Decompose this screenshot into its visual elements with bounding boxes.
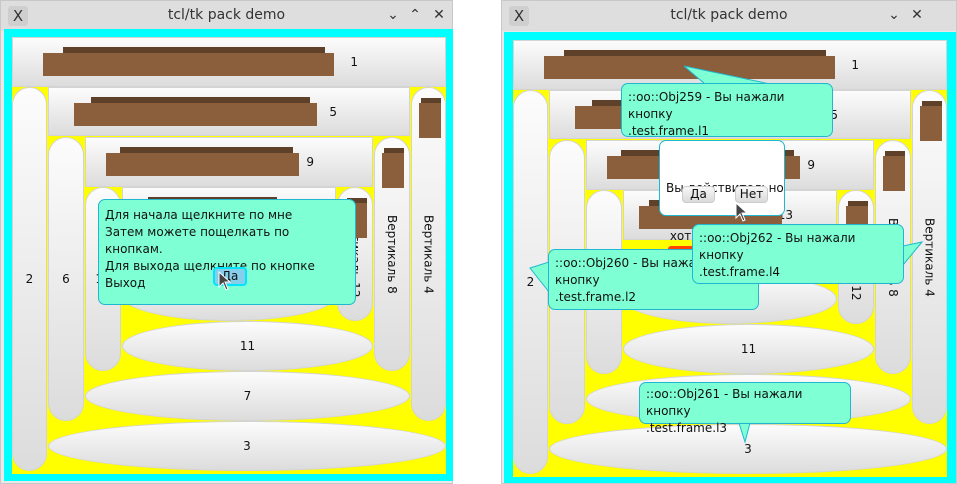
message-balloon[interactable]: ::oo::Obj261 - Вы нажали кнопку .test.fr…: [639, 382, 851, 435]
button-label: 6: [62, 272, 70, 286]
yes-button[interactable]: Да: [682, 186, 715, 203]
pack-button-l3[interactable]: 3: [48, 421, 446, 471]
button-label: Вертикаль 8: [385, 214, 399, 294]
tooltip-line: Затем можете пощелкать по кнопкам.: [105, 225, 290, 256]
balloon-line: .test.frame.l2: [555, 290, 637, 304]
button-label: 2: [25, 272, 34, 286]
message-balloon[interactable]: ::oo::Obj259 - Вы нажали кнопку .test.fr…: [621, 83, 833, 138]
balloon-line: ::oo::Obj262 - Вы нажали кнопку: [699, 231, 856, 262]
no-button[interactable]: Нет: [735, 186, 768, 203]
pack-button-l9[interactable]: 9: [85, 137, 373, 187]
title-bar[interactable]: X tcl/tk pack demo ⌄ ✕: [502, 1, 956, 31]
button-label: 2: [526, 275, 535, 289]
button-label: 3: [744, 442, 752, 456]
folder-image-icon: [382, 148, 404, 188]
button-label: 9: [807, 158, 815, 172]
button-label: 7: [243, 389, 252, 403]
pack-button-l8[interactable]: Вертикаль 8: [374, 137, 410, 371]
pack-button-l11[interactable]: 11: [623, 324, 874, 374]
button-label: 11: [740, 342, 757, 356]
button-label: Вертикаль 4: [421, 214, 436, 294]
balloon-line: .test.frame.l1: [628, 124, 710, 138]
pack-button-l11[interactable]: 11: [122, 321, 373, 371]
button-label: 3: [243, 439, 251, 453]
close-icon[interactable]: ✕: [908, 6, 926, 24]
balloon-line: ::oo::Obj261 - Вы нажали кнопку: [646, 387, 803, 418]
message-balloon[interactable]: ::oo::Obj262 - Вы нажали кнопку .test.fr…: [692, 224, 904, 284]
button-label: 1: [350, 55, 358, 69]
button-label: 9: [306, 155, 314, 169]
maximize-icon[interactable]: ⌃: [406, 6, 424, 24]
folder-image-icon: [920, 101, 942, 141]
pack-button-l4[interactable]: Вертикаль 4: [912, 90, 947, 424]
folder-image-icon: [883, 151, 905, 191]
minimize-icon[interactable]: ⌄: [384, 6, 402, 24]
minimize-icon[interactable]: ⌄: [885, 6, 903, 24]
balloon-line: ::oo::Obj259 - Вы нажали кнопку: [628, 90, 785, 121]
window-left: X tcl/tk pack demo ⌄ ⌃ ✕ 1 2 Вертикаль 4 3 5…: [0, 0, 453, 484]
button-label: 5: [329, 104, 337, 119]
mouse-cursor-icon: [735, 202, 749, 222]
pack-button-l1[interactable]: 1: [12, 37, 446, 87]
pack-button-l2[interactable]: 2: [513, 90, 548, 474]
folder-image-icon: [419, 98, 441, 138]
folder-image-icon: [43, 47, 334, 76]
folder-image-icon: [106, 147, 299, 176]
balloon-line: .test.frame.l4: [699, 265, 781, 279]
pack-button-l4[interactable]: Вертикаль 4: [411, 87, 446, 421]
balloon-line: .test.frame.l3: [646, 421, 728, 435]
tooltip-line: Для начала щелкните по мне: [105, 208, 293, 222]
button-label: 11: [239, 339, 256, 353]
title-bar[interactable]: X tcl/tk pack demo ⌄ ⌃ ✕: [1, 1, 452, 31]
folder-image-icon: [74, 97, 317, 126]
pack-button-l7[interactable]: 7: [85, 371, 410, 421]
pack-button-l6[interactable]: 6: [48, 137, 84, 421]
button-label: 1: [851, 58, 859, 72]
exit-confirm-dialog: Вы действительно хотите выйти? Да Нет: [659, 140, 785, 243]
pack-button-l2[interactable]: 2: [12, 87, 47, 471]
pack-button-l5[interactable]: 5: [48, 87, 410, 136]
folder-image-icon: [544, 50, 835, 79]
mouse-cursor-icon: [218, 271, 232, 291]
close-icon[interactable]: ✕: [430, 6, 448, 24]
button-label: Вертикаль 4: [922, 217, 937, 297]
